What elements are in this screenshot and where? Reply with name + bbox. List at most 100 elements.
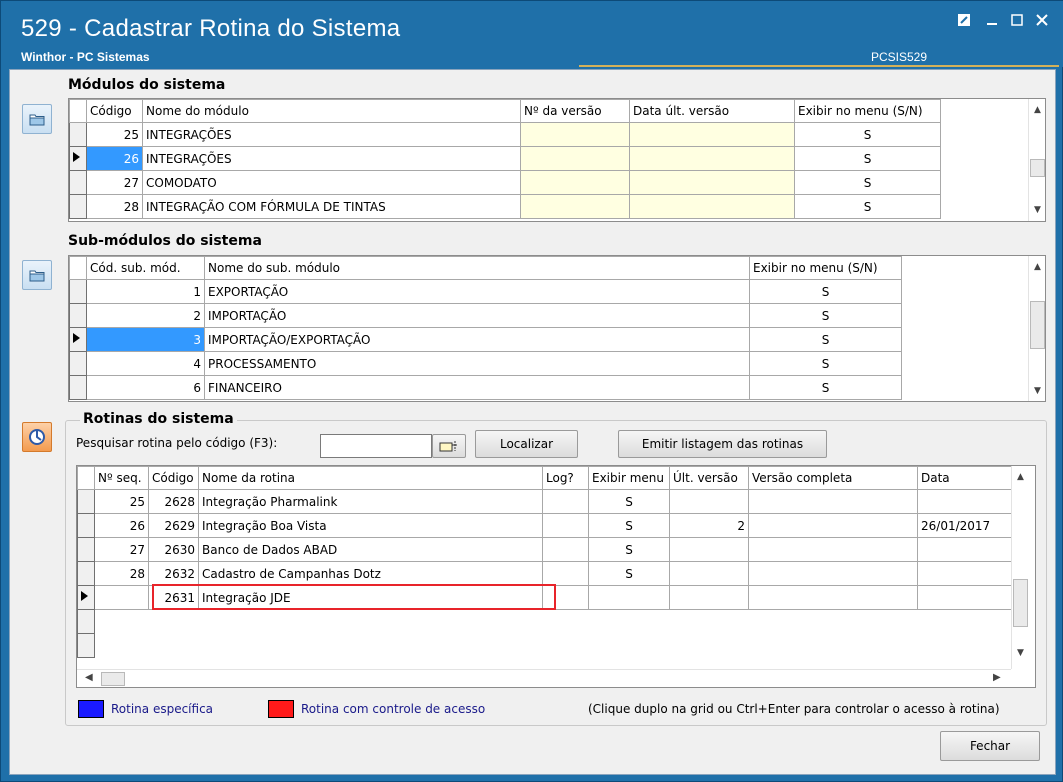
- empty-cell[interactable]: [198, 609, 543, 634]
- cell-exibir[interactable]: S: [794, 122, 941, 147]
- row-indicator[interactable]: [69, 375, 87, 400]
- cell-nome[interactable]: COMODATO: [142, 170, 521, 195]
- empty-cell[interactable]: [542, 609, 589, 634]
- modulos-grid[interactable]: Código Nome do módulo Nº da versão Data …: [68, 98, 1046, 222]
- cell-nome[interactable]: Integração JDE: [198, 585, 543, 610]
- cell-ult[interactable]: [669, 561, 749, 586]
- col-exibir-sub[interactable]: Exibir no menu (S/N): [749, 256, 902, 280]
- col-codigo-rotina[interactable]: Código: [148, 466, 199, 490]
- col-nome-modulo[interactable]: Nome do módulo: [142, 99, 521, 123]
- cell-completa[interactable]: [748, 537, 918, 562]
- cell-data[interactable]: [629, 194, 795, 219]
- rotinas-scrollbar[interactable]: ▲ ▼: [1011, 466, 1028, 669]
- cell-exibir[interactable]: S: [749, 327, 902, 352]
- modulos-scrollbar[interactable]: ▲ ▼: [1028, 99, 1045, 221]
- folder-icon[interactable]: [22, 260, 52, 290]
- cell-versao[interactable]: [520, 146, 630, 171]
- rotinas-grid[interactable]: Nº seq. Código Nome da rotina Log? Exibi…: [76, 465, 1036, 688]
- cell-codigo[interactable]: 6: [86, 375, 205, 400]
- cell-codigo[interactable]: 2629: [148, 513, 199, 538]
- cell-codigo[interactable]: 2: [86, 303, 205, 328]
- row-indicator[interactable]: [69, 194, 87, 219]
- search-input[interactable]: [320, 434, 432, 458]
- cell-ult[interactable]: [669, 537, 749, 562]
- cell-ult[interactable]: 2: [669, 513, 749, 538]
- table-row[interactable]: 6 FINANCEIRO S: [69, 375, 902, 400]
- col-ult-versao[interactable]: Últ. versão: [669, 466, 749, 490]
- cell-nome[interactable]: FINANCEIRO: [204, 375, 750, 400]
- cell-seq[interactable]: 27: [94, 537, 149, 562]
- row-indicator[interactable]: [77, 633, 95, 658]
- empty-cell[interactable]: [588, 633, 670, 658]
- cell-codigo[interactable]: 26: [86, 146, 143, 171]
- localizar-button[interactable]: Localizar: [475, 430, 578, 458]
- cell-nome[interactable]: Banco de Dados ABAD: [198, 537, 543, 562]
- cell-log[interactable]: [542, 561, 589, 586]
- restore-icon[interactable]: [951, 11, 977, 33]
- cell-codigo[interactable]: 2631: [148, 585, 199, 610]
- empty-cell[interactable]: [748, 633, 918, 658]
- cell-nome[interactable]: IMPORTAÇÃO: [204, 303, 750, 328]
- minimize-icon[interactable]: [979, 11, 1005, 33]
- row-indicator[interactable]: [69, 303, 87, 328]
- row-indicator[interactable]: [69, 279, 87, 304]
- cell-data[interactable]: [917, 489, 1018, 514]
- cell-data[interactable]: [917, 585, 1018, 610]
- cell-exibir[interactable]: S: [749, 303, 902, 328]
- empty-cell[interactable]: [94, 633, 149, 658]
- table-row[interactable]: 27 2630 Banco de Dados ABAD S: [77, 537, 1018, 562]
- empty-cell[interactable]: [94, 609, 149, 634]
- cell-seq[interactable]: [94, 585, 149, 610]
- empty-cell[interactable]: [669, 609, 749, 634]
- empty-cell[interactable]: [917, 633, 1018, 658]
- col-data-versao[interactable]: Data últ. versão: [629, 99, 795, 123]
- table-row[interactable]: 26 INTEGRAÇÕES S: [69, 146, 941, 171]
- close-icon[interactable]: [1029, 11, 1055, 33]
- empty-cell[interactable]: [198, 633, 543, 658]
- horizontal-scrollbar[interactable]: ◀ ▶: [77, 669, 1011, 687]
- cell-exibir[interactable]: S: [588, 537, 670, 562]
- cell-completa[interactable]: [748, 585, 918, 610]
- cell-codigo[interactable]: 2632: [148, 561, 199, 586]
- table-row[interactable]: 1 EXPORTAÇÃO S: [69, 279, 902, 304]
- row-indicator[interactable]: [69, 170, 87, 195]
- cell-codigo[interactable]: 1: [86, 279, 205, 304]
- cell-versao[interactable]: [520, 170, 630, 195]
- cell-ult[interactable]: [669, 489, 749, 514]
- emitir-listagem-button[interactable]: Emitir listagem das rotinas: [618, 430, 827, 458]
- col-log[interactable]: Log?: [542, 466, 589, 490]
- row-indicator[interactable]: [69, 122, 87, 147]
- maximize-icon[interactable]: [1004, 11, 1030, 33]
- col-exibir-rotina[interactable]: Exibir menu: [588, 466, 670, 490]
- table-row[interactable]: 26 2629 Integração Boa Vista S 2 26/01/2017: [77, 513, 1018, 538]
- table-row[interactable]: 28 INTEGRAÇÃO COM FÓRMULA DE TINTAS S: [69, 194, 941, 219]
- cell-log[interactable]: [542, 585, 589, 610]
- cell-ult[interactable]: [669, 585, 749, 610]
- empty-cell[interactable]: [748, 609, 918, 634]
- table-row[interactable]: 28 2632 Cadastro de Campanhas Dotz S: [77, 561, 1018, 586]
- cell-seq[interactable]: 28: [94, 561, 149, 586]
- cell-nome[interactable]: INTEGRAÇÃO COM FÓRMULA DE TINTAS: [142, 194, 521, 219]
- cell-completa[interactable]: [748, 561, 918, 586]
- cell-codigo[interactable]: 4: [86, 351, 205, 376]
- cell-nome[interactable]: INTEGRAÇÕES: [142, 146, 521, 171]
- cell-exibir[interactable]: S: [588, 489, 670, 514]
- cell-versao[interactable]: [520, 122, 630, 147]
- row-indicator[interactable]: [77, 489, 95, 514]
- cell-nome[interactable]: Integração Pharmalink: [198, 489, 543, 514]
- empty-cell[interactable]: [148, 609, 199, 634]
- table-row[interactable]: 3 IMPORTAÇÃO/EXPORTAÇÃO S: [69, 327, 902, 352]
- col-seq[interactable]: Nº seq.: [94, 466, 149, 490]
- row-indicator[interactable]: [77, 537, 95, 562]
- row-indicator[interactable]: [69, 351, 87, 376]
- col-codigo[interactable]: Código: [86, 99, 143, 123]
- col-nome-rotina[interactable]: Nome da rotina: [198, 466, 543, 490]
- cell-versao[interactable]: [520, 194, 630, 219]
- cell-exibir[interactable]: S: [588, 513, 670, 538]
- cell-codigo[interactable]: 3: [86, 327, 205, 352]
- empty-cell[interactable]: [148, 633, 199, 658]
- empty-row[interactable]: [77, 609, 1018, 634]
- cell-seq[interactable]: 26: [94, 513, 149, 538]
- empty-cell[interactable]: [542, 633, 589, 658]
- cell-log[interactable]: [542, 537, 589, 562]
